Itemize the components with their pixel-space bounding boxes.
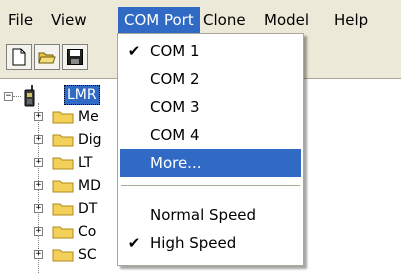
menu-item-label: COM 1 (150, 42, 200, 60)
menu-item-label: COM 3 (150, 98, 200, 116)
menu-item-com1[interactable]: ✔ COM 1 (120, 37, 301, 65)
tree-item-label: MD (78, 178, 101, 194)
menu-clone[interactable]: Clone (197, 7, 252, 34)
expander-icon[interactable]: + (34, 135, 43, 144)
menu-item-label: High Speed (150, 234, 237, 252)
folder-icon (52, 157, 74, 170)
menu-help[interactable]: Help (328, 7, 374, 34)
tree-item-label: Dig (78, 132, 102, 148)
com-port-dropdown: ✔ COM 1 COM 2 COM 3 COM 4 More... Normal… (117, 33, 304, 266)
new-button[interactable] (6, 44, 32, 70)
menu-item-normal-speed[interactable]: Normal Speed (120, 201, 301, 229)
expander-icon[interactable]: + (34, 227, 43, 236)
folder-icon (52, 226, 74, 239)
open-folder-icon (38, 52, 56, 64)
menu-file[interactable]: File (2, 7, 39, 34)
tree-root-label[interactable]: LMR (64, 85, 100, 105)
menu-item-label: COM 4 (150, 126, 200, 144)
folder-icon (52, 111, 74, 124)
expander-icon[interactable]: + (34, 181, 43, 190)
new-document-icon (12, 48, 26, 66)
root-expander[interactable]: − (4, 92, 13, 101)
menu-item-more[interactable]: More... (120, 149, 301, 177)
menu-item-com4[interactable]: COM 4 (120, 121, 301, 149)
menu-item-label: More... (150, 154, 202, 172)
tree-item-label: DT (78, 201, 98, 217)
tree-item-label: Co (78, 224, 97, 240)
menu-item-com2[interactable]: COM 2 (120, 65, 301, 93)
open-button[interactable] (34, 44, 60, 70)
menu-model[interactable]: Model (258, 7, 315, 34)
checkmark-icon: ✔ (127, 234, 141, 252)
menu-separator (121, 185, 300, 186)
menu-com-port[interactable]: COM Port (118, 7, 200, 34)
tree-item-label: Me (78, 109, 99, 125)
save-disk-icon (67, 49, 83, 65)
tree-connector (13, 96, 21, 97)
menu-item-high-speed[interactable]: ✔ High Speed (120, 229, 301, 257)
expander-icon[interactable]: + (34, 250, 43, 259)
folder-icon (52, 180, 74, 193)
tree-item-label: SC (78, 247, 97, 263)
menu-view[interactable]: View (45, 7, 93, 34)
folder-icon (52, 134, 74, 147)
tree-item-label: LT (78, 155, 93, 171)
checkmark-icon: ✔ (127, 42, 141, 60)
expander-icon[interactable]: + (34, 204, 43, 213)
expander-icon[interactable]: + (34, 158, 43, 167)
menu-item-label: COM 2 (150, 70, 200, 88)
expander-icon[interactable]: + (34, 112, 43, 121)
folder-icon (52, 203, 74, 216)
menu-item-label: Normal Speed (150, 206, 257, 224)
save-button[interactable] (62, 44, 88, 70)
radio-device-icon (24, 85, 35, 107)
menu-item-com3[interactable]: COM 3 (120, 93, 301, 121)
folder-icon (52, 249, 74, 262)
